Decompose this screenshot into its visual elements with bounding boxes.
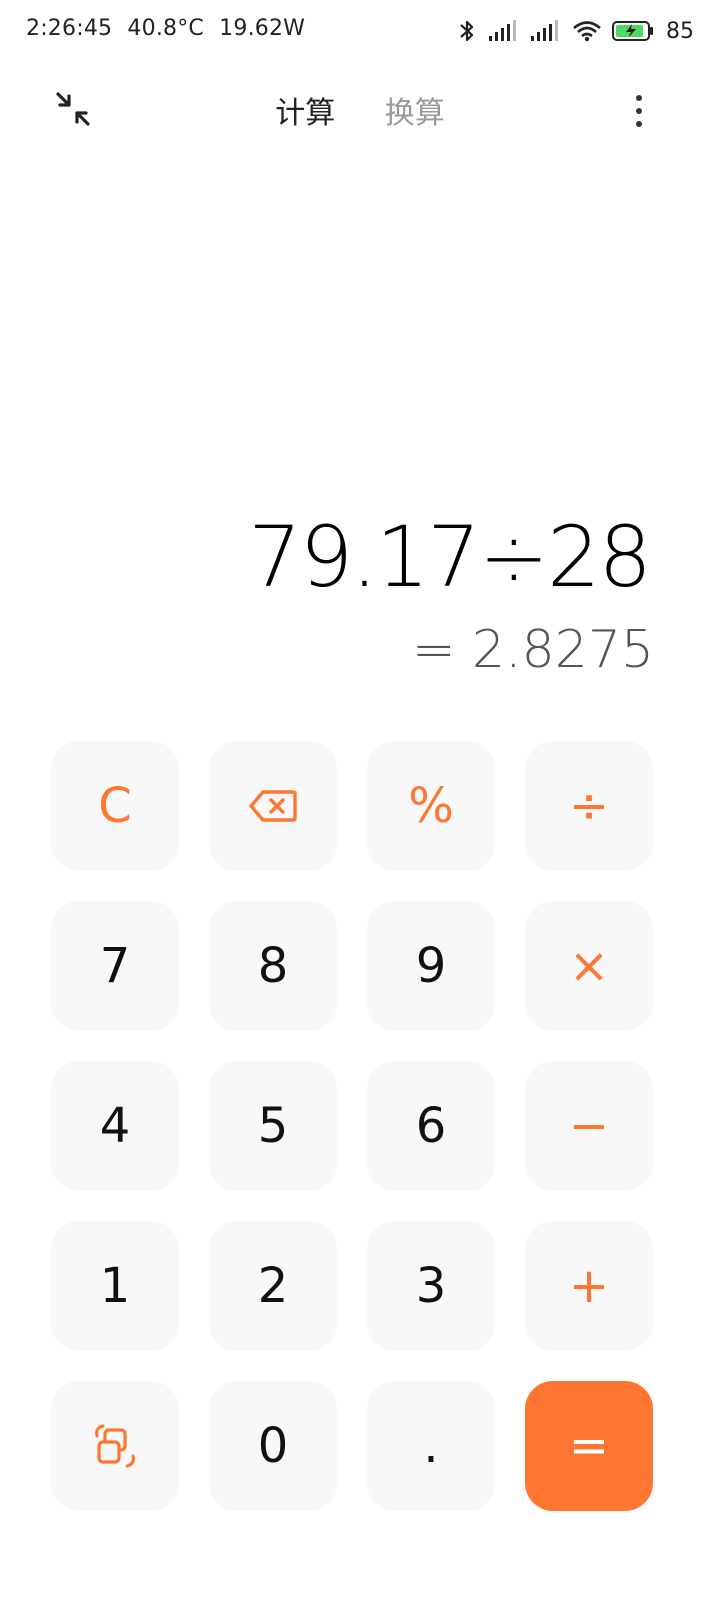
backspace-icon: [249, 789, 297, 823]
status-power: 19.62W: [219, 16, 306, 41]
digit-4-button[interactable]: 4: [51, 1061, 179, 1191]
app-header: 计算 换算: [0, 70, 720, 150]
digit-label: 9: [415, 938, 447, 994]
digit-8-button[interactable]: 8: [209, 901, 337, 1031]
digit-5-button[interactable]: 5: [209, 1061, 337, 1191]
decimal-point-button[interactable]: .: [367, 1381, 495, 1511]
status-bar: 2:26:45 40.8°C 19.62W 85: [0, 0, 720, 62]
bluetooth-icon: [456, 18, 478, 44]
minus-button[interactable]: −: [525, 1061, 653, 1191]
digit-label: 2: [257, 1258, 289, 1314]
signal-icon: [488, 20, 520, 42]
digit-label: 5: [257, 1098, 289, 1154]
divide-button[interactable]: ÷: [525, 741, 653, 871]
digit-2-button[interactable]: 2: [209, 1221, 337, 1351]
equals-button[interactable]: =: [525, 1381, 653, 1511]
multiply-button[interactable]: ×: [525, 901, 653, 1031]
plus-button[interactable]: +: [525, 1221, 653, 1351]
switch-mode-icon: [89, 1422, 141, 1470]
digit-0-button[interactable]: 0: [209, 1381, 337, 1511]
multiply-label: ×: [568, 938, 610, 994]
percent-button[interactable]: %: [367, 741, 495, 871]
status-temperature: 40.8°C: [127, 16, 204, 41]
keypad: C % ÷ 7 8 9 × 4 5 6 − 1 2 3 + 0 . =: [51, 741, 656, 1514]
digit-label: 3: [415, 1258, 447, 1314]
digit-label: 0: [257, 1418, 289, 1474]
status-right: 85: [456, 14, 694, 48]
battery-percent: 85: [666, 18, 694, 44]
more-vertical-icon: [636, 95, 642, 101]
status-time: 2:26:45: [26, 16, 113, 41]
clear-label: C: [98, 778, 132, 834]
decimal-label: .: [423, 1418, 439, 1474]
digit-6-button[interactable]: 6: [367, 1061, 495, 1191]
mode-tabs: 计算 换算: [0, 88, 720, 132]
digit-3-button[interactable]: 3: [367, 1221, 495, 1351]
tab-convert[interactable]: 换算: [385, 88, 445, 132]
backspace-button[interactable]: [209, 741, 337, 871]
digit-7-button[interactable]: 7: [51, 901, 179, 1031]
switch-mode-button[interactable]: [51, 1381, 179, 1511]
expression-display: 79.17÷28: [248, 508, 652, 606]
battery-charging-icon: [612, 20, 654, 42]
digit-1-button[interactable]: 1: [51, 1221, 179, 1351]
more-options-button[interactable]: [616, 82, 662, 140]
tab-calculate[interactable]: 计算: [275, 88, 335, 132]
status-left: 2:26:45 40.8°C 19.62W: [26, 16, 313, 41]
wifi-icon: [572, 20, 602, 42]
percent-label: %: [408, 778, 454, 834]
digit-label: 4: [99, 1098, 131, 1154]
digit-label: 7: [99, 938, 131, 994]
plus-label: +: [568, 1258, 610, 1314]
digit-label: 6: [415, 1098, 447, 1154]
minus-label: −: [568, 1098, 610, 1154]
equals-label: =: [568, 1418, 610, 1474]
result-display: = 2.8275: [411, 620, 654, 680]
digit-label: 1: [99, 1258, 131, 1314]
digit-label: 8: [257, 938, 289, 994]
divide-label: ÷: [568, 778, 610, 834]
clear-button[interactable]: C: [51, 741, 179, 871]
digit-9-button[interactable]: 9: [367, 901, 495, 1031]
signal-icon: [530, 20, 562, 42]
